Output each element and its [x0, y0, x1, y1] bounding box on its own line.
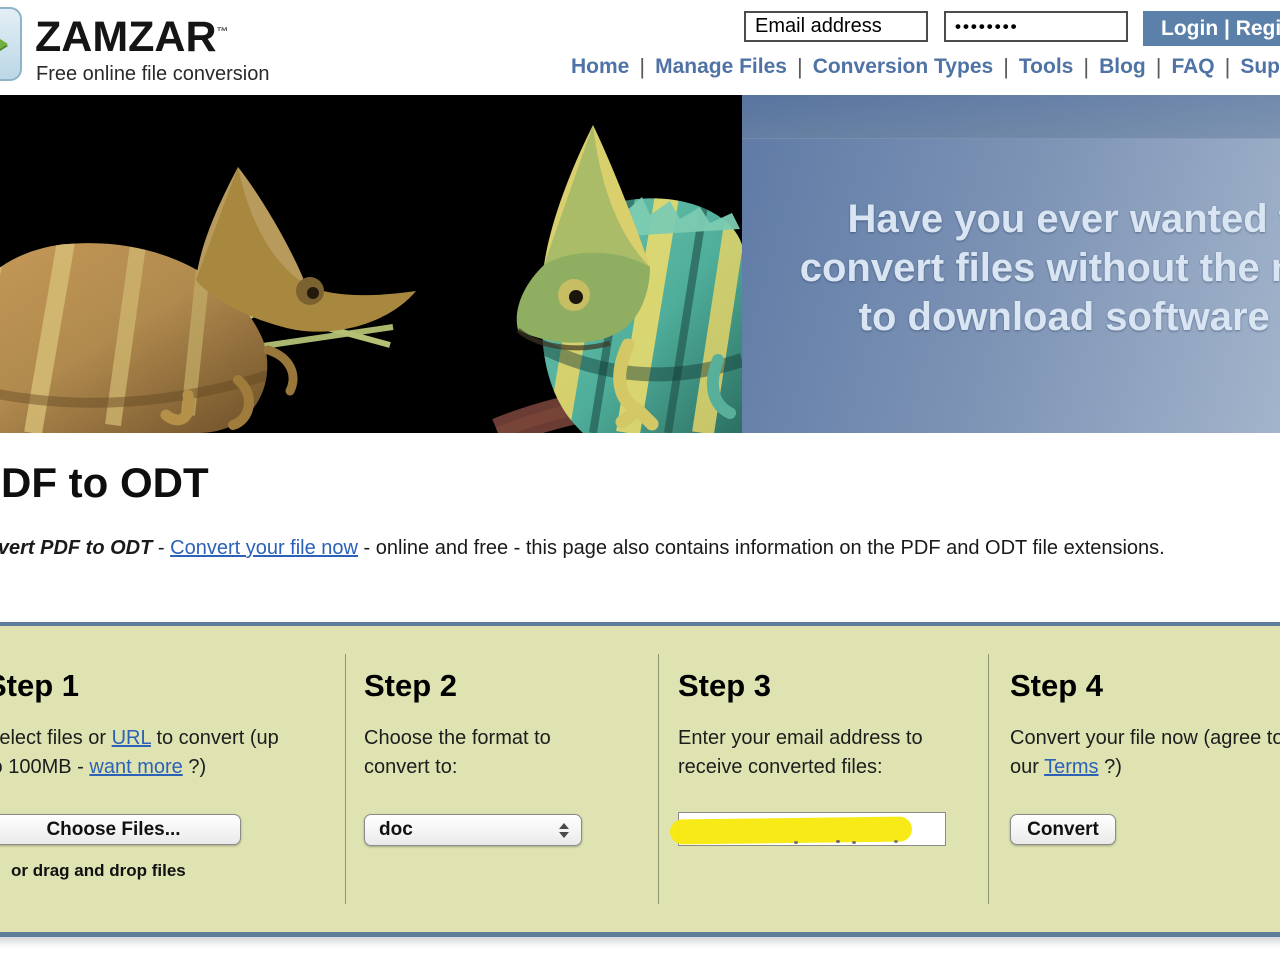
nav-separator: |: [1083, 54, 1089, 80]
main-nav: Home | Manage Files | Conversion Types |…: [571, 54, 1280, 80]
login-email-input[interactable]: [744, 11, 928, 42]
convert-your-file-now-link[interactable]: Convert your file now: [170, 537, 358, 559]
nav-item-manage-files[interactable]: Manage Files: [655, 55, 787, 79]
page-title: PDF to ODT: [0, 459, 1280, 507]
nav-item-faq[interactable]: FAQ: [1171, 55, 1214, 79]
email-field-wrap: [678, 812, 946, 846]
redaction-highlight: [670, 817, 912, 845]
nav-item-home[interactable]: Home: [571, 55, 629, 79]
want-more-link[interactable]: want more: [89, 756, 182, 778]
brand-tagline: Free online file conversion: [36, 63, 269, 86]
step-3-title: Step 3: [678, 668, 988, 704]
nav-item-support[interactable]: Support: [1240, 55, 1280, 79]
zamzar-arrow-icon: [0, 7, 22, 81]
step-4-title: Step 4: [1010, 668, 1280, 704]
nav-item-conversion-types[interactable]: Conversion Types: [813, 55, 994, 79]
select-stepper-icon: [559, 823, 569, 838]
step-2-title: Step 2: [364, 668, 658, 704]
step-4-text: Convert your file now (agree to our Term…: [1010, 724, 1280, 782]
step-1-title: Step 1: [0, 668, 345, 704]
format-select[interactable]: doc: [364, 814, 582, 846]
conversion-steps-panel: Step 1 Select files or URL to convert (u…: [0, 622, 1280, 937]
redacted-text-marks: [836, 840, 840, 843]
header: ZAMZAR™ Free online file conversion Logi…: [0, 0, 1280, 95]
brand-name: ZAMZAR™: [35, 13, 229, 62]
nav-item-tools[interactable]: Tools: [1019, 55, 1073, 79]
hero-panel-topband: [742, 95, 1280, 139]
nav-separator: |: [1003, 54, 1009, 80]
nav-separator: |: [1225, 54, 1231, 80]
nav-separator: |: [639, 54, 645, 80]
drag-drop-note: or drag and drop files: [11, 861, 345, 881]
hero-headline: Have you ever wanted to convert files wi…: [752, 195, 1280, 341]
convert-button[interactable]: Convert: [1010, 814, 1116, 845]
trademark-symbol: ™: [217, 25, 229, 39]
step-4-column: Step 4 Convert your file now (agree to o…: [988, 626, 1280, 932]
step-3-column: Step 3 Enter your email address to recei…: [658, 626, 988, 932]
intro-section: PDF to ODT Convert PDF to ODT - Convert …: [0, 433, 1280, 622]
format-select-value: doc: [379, 819, 413, 841]
nav-separator: |: [1156, 54, 1162, 80]
intro-paragraph: Convert PDF to ODT - Convert your file n…: [0, 537, 1280, 560]
hero-promo-panel: Have you ever wanted to convert files wi…: [742, 95, 1280, 433]
zamzar-logo[interactable]: ZAMZAR™ Free online file conversion: [0, 5, 376, 89]
url-link[interactable]: URL: [112, 727, 151, 749]
nav-separator: |: [797, 54, 803, 80]
login-password-input[interactable]: [944, 11, 1128, 42]
choose-files-button[interactable]: Choose Files...: [0, 814, 241, 845]
hero-banner: Have you ever wanted to convert files wi…: [0, 95, 1280, 433]
intro-lead-text: Convert PDF to ODT: [0, 537, 152, 559]
hero-photo-chameleons: [0, 95, 742, 433]
page: ZAMZAR™ Free online file conversion Logi…: [0, 0, 1280, 960]
step-1-text: Select files or URL to convert (up to 10…: [0, 724, 291, 782]
step-3-text: Enter your email address to receive conv…: [678, 724, 946, 782]
step-1-column: Step 1 Select files or URL to convert (u…: [0, 626, 345, 932]
step-2-text: Choose the format to convert to:: [364, 724, 616, 782]
login-register-button[interactable]: Login | Register: [1143, 11, 1280, 46]
terms-link[interactable]: Terms: [1044, 756, 1098, 778]
nav-item-blog[interactable]: Blog: [1099, 55, 1146, 79]
footer-space: [0, 937, 1280, 960]
step-2-column: Step 2 Choose the format to convert to: …: [345, 626, 658, 932]
